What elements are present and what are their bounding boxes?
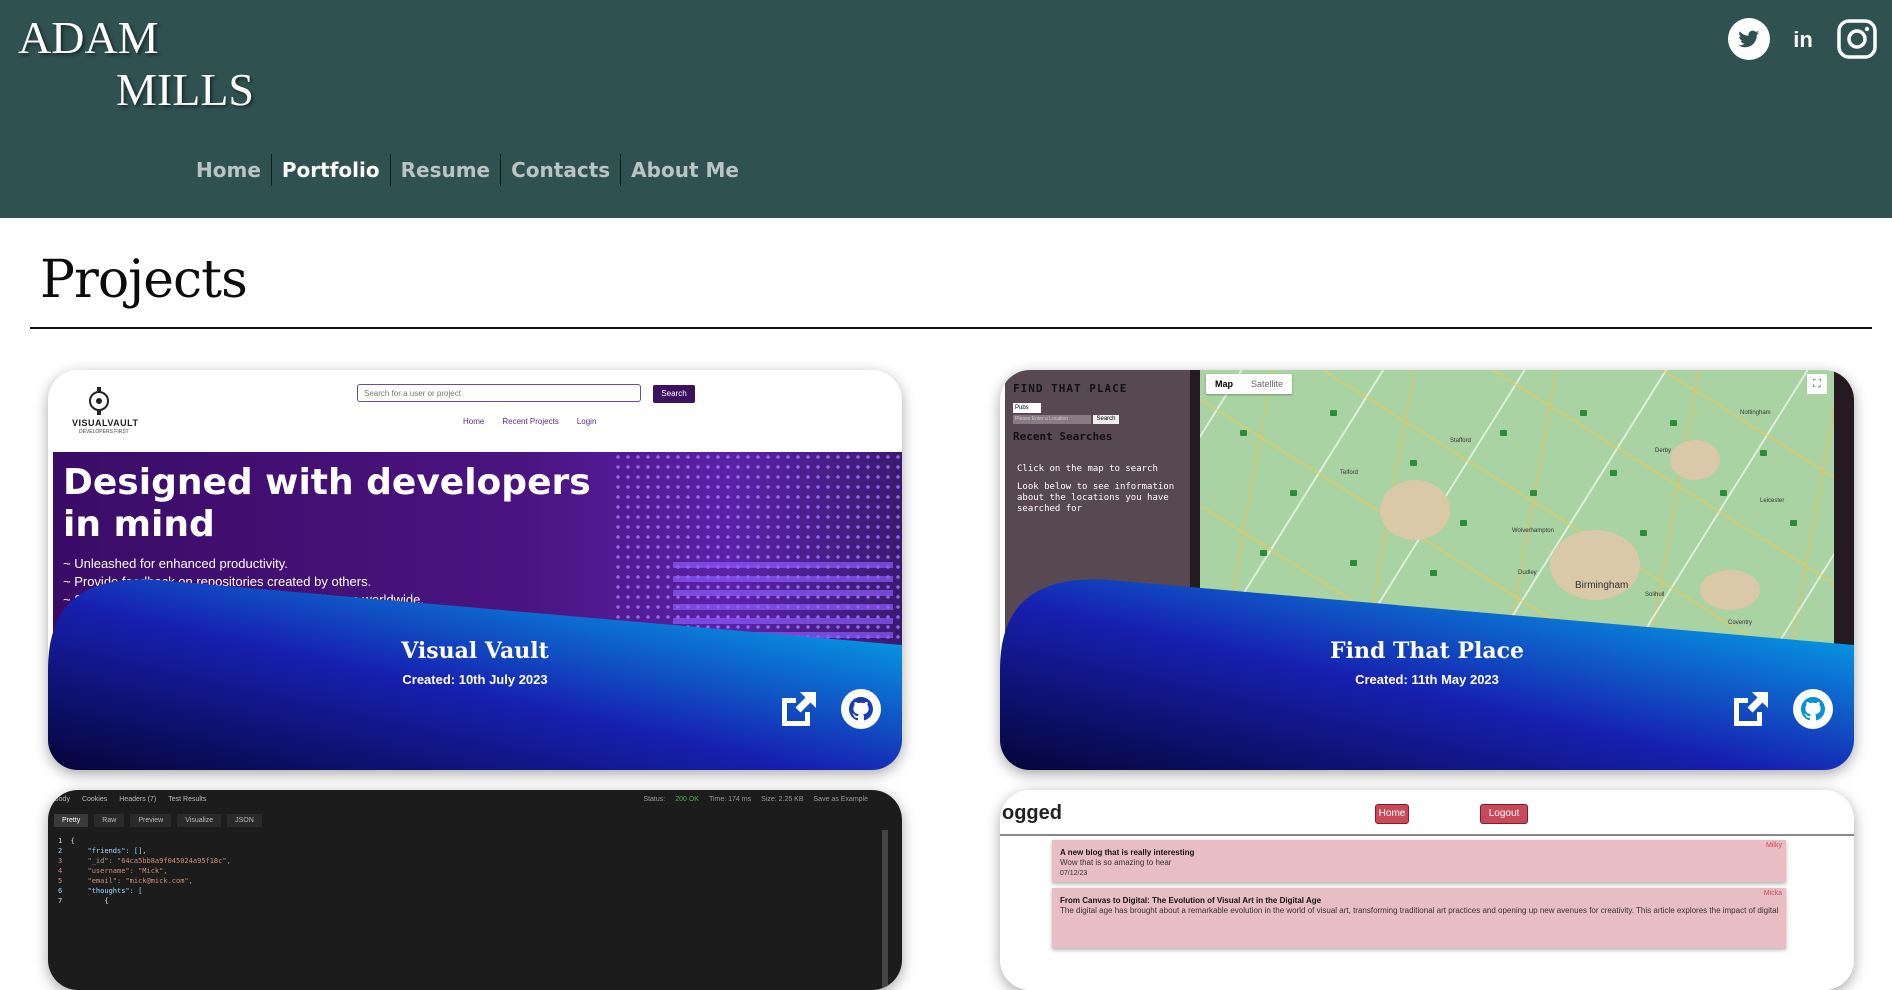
api-subtab: Visualize — [177, 814, 222, 827]
post-title: From Canvas to Digital: The Evolution of… — [1060, 896, 1322, 905]
code-line: 7 { — [58, 897, 109, 905]
github-icon[interactable] — [840, 688, 882, 730]
project-title: Visual Vault — [401, 638, 549, 664]
project-date: Created: 11th May 2023 — [1355, 672, 1499, 687]
code-line: 4 "username": "Mick", — [58, 867, 168, 875]
site-header: ADAM MILLS in Home Portfolio Resume Cont… — [0, 0, 1892, 218]
project-card-api[interactable]: Body Cookies Headers (7) Test Results St… — [48, 790, 902, 990]
card-gradient-overlay — [48, 579, 902, 770]
post-body: Wow that is so amazing to hear — [1060, 858, 1172, 867]
blog-post: A new blog that is really interesting Wo… — [1052, 840, 1786, 882]
blog-header: ogged Home Logout — [1000, 790, 1854, 836]
instagram-icon[interactable] — [1836, 18, 1878, 60]
api-tab: Headers (7) — [119, 796, 157, 803]
blog-post: From Canvas to Digital: The Evolution of… — [1052, 888, 1786, 948]
post-author: Micka — [1763, 890, 1782, 897]
code-line: 6 "thoughts": [ — [58, 887, 143, 895]
api-tab: Cookies — [81, 796, 108, 803]
svg-text:in: in — [1793, 27, 1813, 52]
blog-heading: ogged — [1002, 802, 1062, 824]
logo-line-2: MILLS — [116, 64, 254, 115]
card-gradient-overlay — [1000, 579, 1854, 770]
api-subtabs: Pretty Raw Preview Visualize JSON — [54, 814, 262, 827]
post-author: Milky — [1766, 842, 1782, 849]
blog-home-button: Home — [1375, 804, 1409, 824]
api-tab: Test Results — [168, 796, 207, 803]
api-scrollbar — [882, 830, 888, 990]
code-line: 5 "email": "mick@mick.com", — [58, 877, 193, 885]
save-example: Save as Example — [813, 796, 868, 803]
logo-line-1: ADAM — [18, 12, 159, 63]
code-line: 3 "_id": "64ca5bb8a9f045024a95f18c", — [58, 857, 231, 865]
project-title: Find That Place — [1329, 638, 1524, 664]
nav-portfolio[interactable]: Portfolio — [272, 154, 391, 186]
api-status: Status: 200 OK Time: 174 ms Size: 2.25 K… — [643, 796, 868, 803]
project-card-find-that-place[interactable]: FIND THAT PLACE Pubs Please Enter a Loca… — [1000, 370, 1854, 770]
code-line: 2 "friends": [], — [58, 847, 147, 855]
post-date: 07/12/23 — [1060, 870, 1088, 877]
project-card-blog[interactable]: ogged Home Logout A new blog that is rea… — [1000, 790, 1854, 990]
blog-logout-button: Logout — [1480, 804, 1528, 824]
github-icon[interactable] — [1792, 688, 1834, 730]
api-subtab: JSON — [227, 814, 262, 827]
status-label: Status: — [643, 796, 666, 803]
api-code: 1 { 2 "friends": [], 3 "_id": "64ca5bb8a9f… — [58, 836, 231, 906]
api-tab: Body — [54, 796, 70, 803]
external-link-icon[interactable] — [1730, 688, 1772, 730]
title-divider — [30, 327, 1872, 329]
status-size: Size: 2.25 KB — [761, 796, 804, 803]
site-logo[interactable]: ADAM MILLS — [18, 12, 254, 116]
status-value: 200 OK — [675, 796, 699, 803]
linkedin-icon[interactable]: in — [1782, 18, 1824, 60]
nav-home[interactable]: Home — [186, 154, 272, 186]
main-nav: Home Portfolio Resume Contacts About Me — [186, 154, 749, 186]
nav-resume[interactable]: Resume — [391, 154, 502, 186]
code-line: 1 { — [58, 837, 75, 845]
project-links — [1730, 688, 1834, 730]
twitter-icon[interactable] — [1728, 18, 1770, 60]
api-subtab: Pretty — [54, 814, 89, 827]
external-link-icon[interactable] — [778, 688, 820, 730]
api-tabs: Body Cookies Headers (7) Test Results — [54, 796, 206, 803]
nav-contacts[interactable]: Contacts — [501, 154, 622, 186]
project-date: Created: 10th July 2023 — [402, 672, 548, 687]
api-subtab: Raw — [94, 814, 125, 827]
nav-about-me[interactable]: About Me — [621, 154, 749, 186]
project-links — [778, 688, 882, 730]
post-title: A new blog that is really interesting — [1060, 848, 1195, 857]
page-title: Projects — [40, 250, 248, 310]
status-time: Time: 174 ms — [708, 796, 752, 803]
api-subtab: Preview — [130, 814, 172, 827]
social-links: in — [1728, 18, 1878, 60]
project-card-visual-vault[interactable]: VISUALVAULT DEVELOPERS FIRST Search for … — [48, 370, 902, 770]
api-response-screenshot: Body Cookies Headers (7) Test Results St… — [48, 790, 902, 990]
blog-screenshot: ogged Home Logout A new blog that is rea… — [1000, 790, 1854, 990]
